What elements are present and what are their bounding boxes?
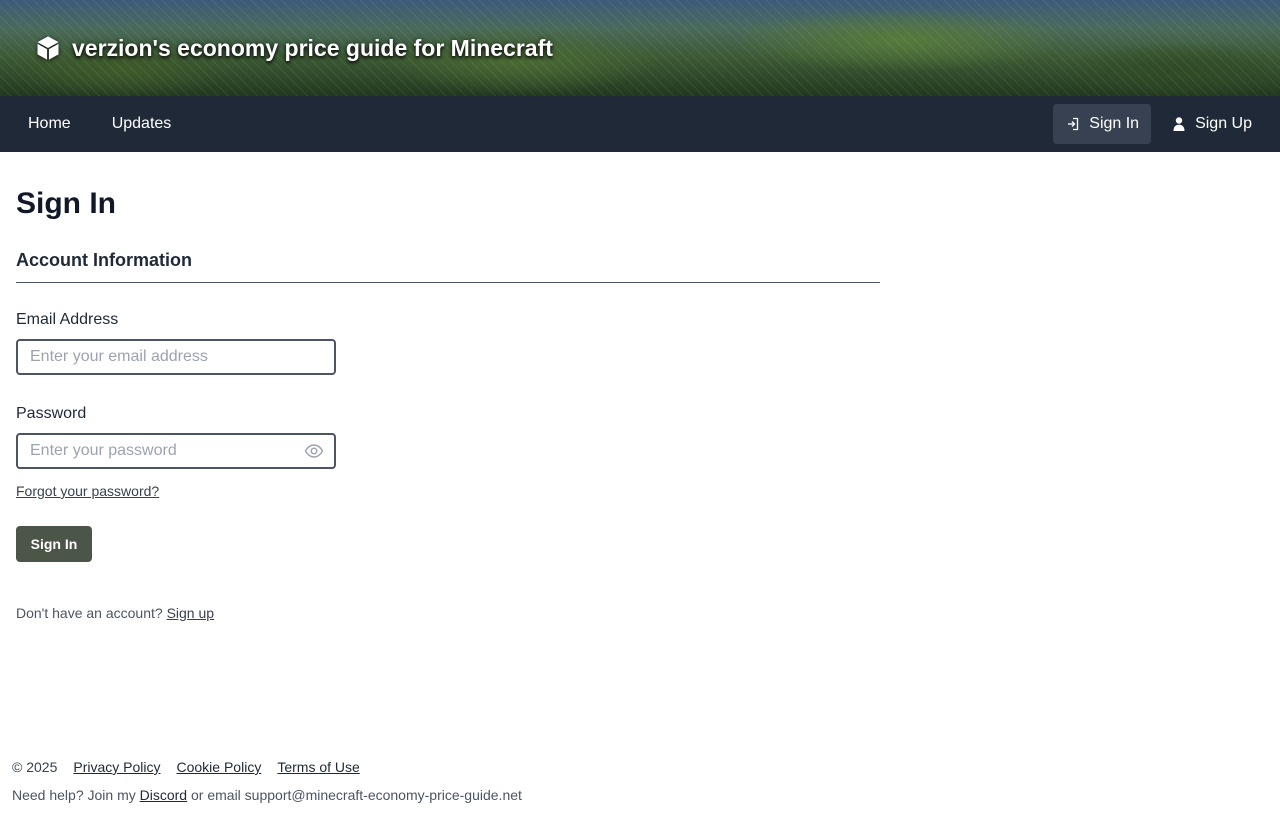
email-field[interactable] (16, 339, 336, 375)
help-suffix-text: or email support@minecraft-economy-price… (191, 787, 522, 803)
signup-prompt-text: Don't have an account? (16, 605, 163, 621)
password-field-wrap (16, 433, 336, 469)
discord-link[interactable]: Discord (140, 787, 187, 803)
copyright-text: © 2025 (12, 759, 58, 775)
terms-of-use-link[interactable]: Terms of Use (277, 756, 359, 778)
help-prefix-text: Need help? Join my (12, 787, 136, 803)
sign-in-form: Email Address Password Forgot your passw… (16, 309, 880, 562)
privacy-policy-link[interactable]: Privacy Policy (73, 756, 160, 778)
page-title: Sign In (16, 187, 116, 220)
password-field[interactable] (16, 433, 336, 469)
forgot-password-link[interactable]: Forgot your password? (16, 482, 159, 500)
site-title[interactable]: verzion's economy price guide for Minecr… (34, 30, 553, 66)
signup-link[interactable]: Sign up (167, 605, 214, 621)
cookie-policy-link[interactable]: Cookie Policy (177, 756, 262, 778)
nav-home-link[interactable]: Home (16, 104, 83, 144)
email-label: Email Address (16, 311, 119, 328)
sign-in-submit-button[interactable]: Sign In (16, 526, 92, 562)
password-label: Password (16, 405, 87, 422)
nav-updates-link[interactable]: Updates (100, 104, 184, 144)
nav-sign-in-button[interactable]: Sign In (1053, 104, 1152, 144)
user-icon (1173, 117, 1185, 131)
footer-links-row: © 2025 Privacy Policy Cookie Policy Term… (12, 756, 1012, 778)
email-field-wrap (16, 339, 336, 375)
section-title-account: Account Information (16, 248, 880, 283)
nav-sign-in-label: Sign In (1089, 115, 1140, 132)
footer-help-row: Need help? Join my Discord or email supp… (12, 784, 1012, 806)
cube-icon (37, 36, 59, 60)
nav-right-group: Sign In Sign Up (1053, 104, 1264, 144)
site-footer: © 2025 Privacy Policy Cookie Policy Term… (12, 756, 1012, 806)
signup-prompt: Don't have an account? Sign up (16, 604, 880, 622)
nav-sign-up-label: Sign Up (1195, 115, 1252, 132)
site-title-text: verzion's economy price guide for Minecr… (72, 34, 553, 61)
main-nav: Home Updates Sign In Sign Up (0, 96, 1280, 152)
site-banner: verzion's economy price guide for Minecr… (0, 0, 1280, 96)
nav-sign-up-button[interactable]: Sign Up (1159, 104, 1264, 144)
login-icon (1068, 117, 1079, 131)
nav-left-group: Home Updates (16, 104, 183, 144)
sign-in-main: Sign In Account Information Email Addres… (16, 152, 880, 622)
eye-icon[interactable] (304, 442, 324, 460)
